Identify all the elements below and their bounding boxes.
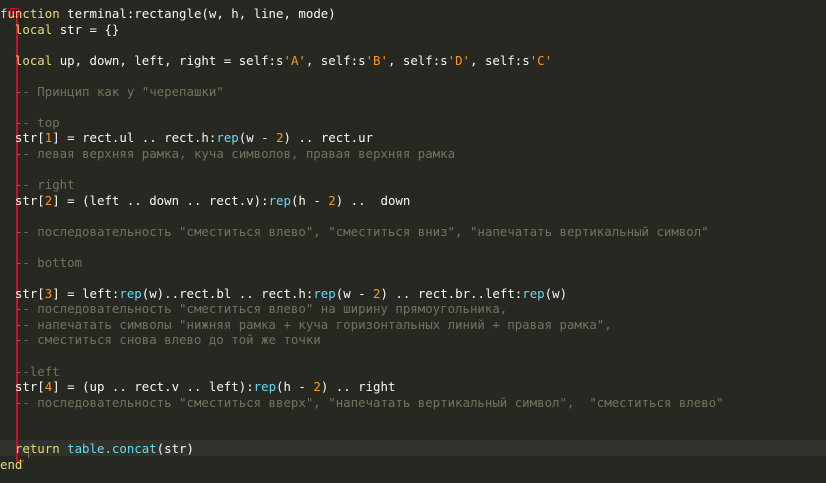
code-line[interactable] bbox=[0, 208, 826, 224]
code-line[interactable]: -- последовательность "сместиться вверх"… bbox=[0, 395, 826, 411]
code-token: ) .. rect.ur bbox=[283, 130, 374, 146]
code-line[interactable]: local str = {} bbox=[0, 22, 826, 38]
code-token: (h - bbox=[276, 379, 314, 395]
code-token: ] = (up .. rect.v .. left): bbox=[52, 379, 254, 395]
code-token: -- bottom bbox=[0, 254, 83, 270]
code-line[interactable] bbox=[0, 410, 826, 426]
code-token: 'D' bbox=[447, 52, 471, 68]
code-token: -- напечатать символы "нижняя рамка + ку… bbox=[0, 316, 612, 332]
code-line[interactable] bbox=[0, 99, 826, 115]
code-token: rep bbox=[313, 285, 336, 301]
code-line[interactable]: str[4] = (up .. rect.v .. left):rep(h - … bbox=[0, 379, 826, 395]
code-lines[interactable]: function terminal:rectangle(w, h, line, … bbox=[0, 6, 826, 472]
code-token: 'B' bbox=[365, 52, 388, 68]
code-token: local bbox=[0, 52, 60, 68]
code-token: ] = rect.ul .. rect.h: bbox=[52, 130, 217, 146]
code-line[interactable]: function terminal:rectangle(w, h, line, … bbox=[0, 6, 826, 22]
code-line[interactable] bbox=[0, 37, 826, 53]
code-token: (h - bbox=[290, 192, 329, 208]
code-token: -- последовательность "сместиться влево"… bbox=[0, 301, 508, 317]
code-token: ) .. right bbox=[320, 379, 396, 395]
code-line[interactable] bbox=[0, 348, 826, 364]
code-token: -- последовательность "сместиться вверх"… bbox=[0, 394, 724, 410]
code-token: (w) bbox=[544, 285, 568, 301]
code-line[interactable] bbox=[0, 270, 826, 286]
code-token: str[ bbox=[0, 130, 45, 146]
code-line[interactable]: end bbox=[0, 457, 826, 473]
code-token: ] = left: bbox=[52, 285, 120, 301]
code-line[interactable]: -- top bbox=[0, 115, 826, 131]
code-token: str = {} bbox=[59, 21, 120, 37]
code-token: ) .. rect.br..left: bbox=[380, 285, 523, 301]
code-token: ) .. down bbox=[335, 192, 411, 208]
code-line[interactable]: str[ 2 ] = (left .. down .. rect.v):rep(h … bbox=[0, 193, 826, 209]
code-line[interactable]: -- напечатать символы "нижняя рамка + ку… bbox=[0, 317, 826, 333]
code-token: (str) bbox=[156, 441, 194, 457]
code-line[interactable]: --left bbox=[0, 364, 826, 380]
code-token: , self:s bbox=[387, 52, 448, 68]
code-line[interactable] bbox=[0, 239, 826, 255]
code-line[interactable]: local up, down, left, right = self:s'A',… bbox=[0, 53, 826, 69]
code-line[interactable]: -- right bbox=[0, 177, 826, 193]
code-line[interactable]: str[1] = rect.ul .. rect.h:rep(w - 2) ..… bbox=[0, 130, 826, 146]
code-token: 'C' bbox=[529, 52, 553, 68]
code-token: up, down, left, right = self:s bbox=[59, 52, 284, 68]
code-token: rep bbox=[522, 285, 545, 301]
code-token: 2 bbox=[276, 130, 284, 146]
code-token: 2 bbox=[313, 379, 321, 395]
code-token: -- левая верхняя рамка, куча символов, п… bbox=[0, 145, 456, 161]
code-line[interactable]: -- левая верхняя рамка, куча символов, п… bbox=[0, 146, 826, 162]
code-line[interactable] bbox=[0, 68, 826, 84]
code-token: terminal:rectangle(w, h, line, mode) bbox=[67, 6, 336, 21]
code-token: (w)..rect.bl .. rect.h: bbox=[141, 285, 314, 301]
code-token: table.concat bbox=[67, 441, 157, 457]
code-token: str[ bbox=[0, 285, 45, 301]
code-token: rep bbox=[268, 192, 291, 208]
code-token: (w - bbox=[238, 130, 277, 146]
code-token: -- right bbox=[0, 177, 75, 193]
code-token: -- последовательность "сместиться влево"… bbox=[0, 223, 709, 239]
code-line[interactable] bbox=[0, 426, 826, 442]
code-token: , self:s bbox=[305, 52, 366, 68]
code-token: return bbox=[0, 441, 68, 457]
code-token: rep bbox=[253, 379, 277, 395]
code-token: end bbox=[0, 456, 23, 472]
code-token: local bbox=[0, 21, 60, 37]
code-token: --left bbox=[0, 363, 60, 379]
code-line[interactable]: return table.concat(str) bbox=[0, 441, 826, 457]
code-line[interactable]: -- последовательность "сместиться влево"… bbox=[0, 224, 826, 240]
code-token: , self:s bbox=[470, 52, 530, 68]
code-token: -- Принцип как у "черепашки" bbox=[0, 83, 224, 99]
code-token: ] = (left .. down .. rect.v): bbox=[52, 192, 269, 208]
code-line[interactable]: -- сместиться снова влево до той же точк… bbox=[0, 332, 826, 348]
code-line[interactable] bbox=[0, 161, 826, 177]
code-token: function bbox=[0, 6, 68, 21]
code-token: rep bbox=[216, 130, 239, 146]
code-line[interactable]: str[3] = left:rep(w)..rect.bl .. rect.h:… bbox=[0, 286, 826, 302]
code-token: (w - bbox=[335, 285, 374, 301]
code-token: -- сместиться снова влево до той же точк… bbox=[0, 332, 321, 348]
code-line[interactable]: -- bottom bbox=[0, 255, 826, 271]
code-line[interactable]: -- Принцип как у "черепашки" bbox=[0, 84, 826, 100]
code-token: 2 bbox=[328, 192, 336, 208]
code-token: str[ bbox=[0, 192, 45, 208]
code-token: rep bbox=[119, 285, 142, 301]
code-token: str[ bbox=[0, 379, 45, 395]
code-line[interactable]: -- последовательность "сместиться влево"… bbox=[0, 301, 826, 317]
code-token: 2 bbox=[373, 285, 381, 301]
code-token: -- top bbox=[0, 114, 60, 130]
code-token: 'A' bbox=[283, 52, 306, 68]
code-editor[interactable]: function terminal:rectangle(w, h, line, … bbox=[0, 0, 826, 483]
